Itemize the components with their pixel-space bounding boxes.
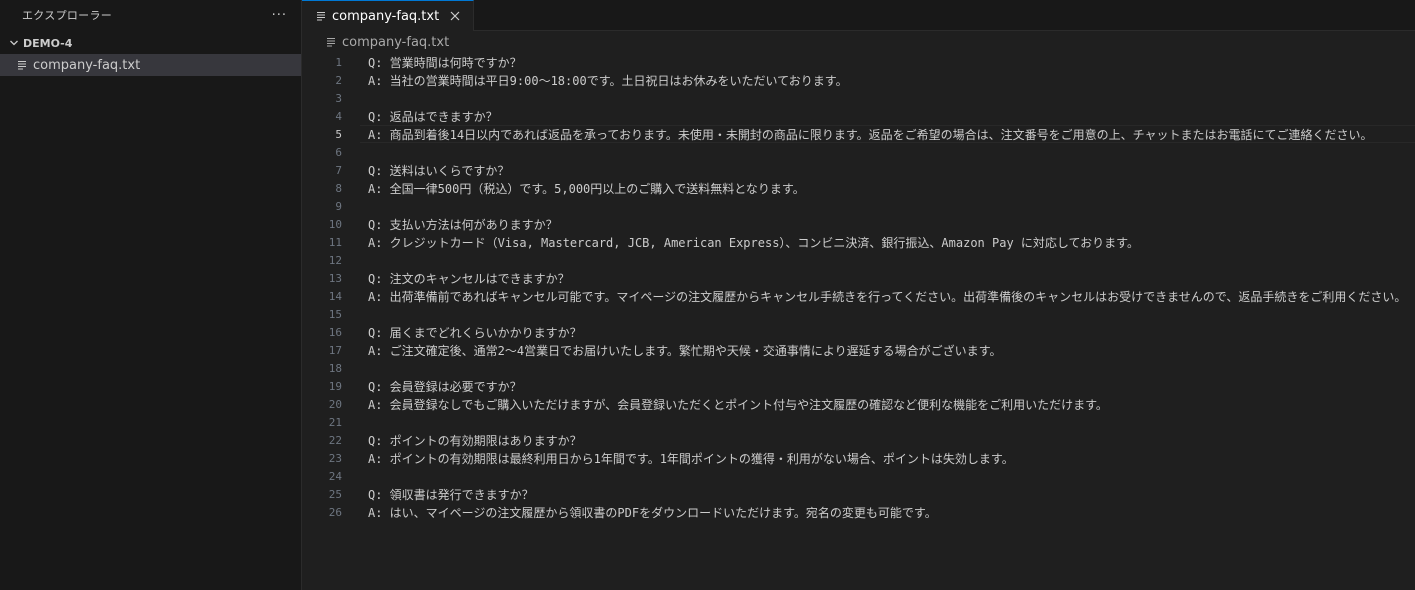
line-number: 12 (328, 253, 342, 267)
line-number: 2 (335, 73, 342, 87)
code-line[interactable]: 1 Q: 営業時間は何時ですか？ (302, 53, 1415, 71)
line-text: Q: 送料はいくらですか？ (368, 163, 510, 178)
explorer-sidebar: エクスプローラー ··· DEMO-4 company-faq.txt (0, 0, 302, 590)
line-text: Q: 会員登録は必要ですか？ (368, 379, 522, 394)
line-text: Q: 支払い方法は何がありますか？ (368, 217, 558, 232)
breadcrumb[interactable]: company-faq.txt (302, 31, 1415, 53)
line-number: 24 (328, 469, 342, 483)
code-line[interactable]: 19 Q: 会員登録は必要ですか？ (302, 377, 1415, 395)
line-text: A: 当社の営業時間は平日9:00〜18:00です。土日祝日はお休みをいただいて… (368, 73, 848, 88)
text-file-icon (18, 60, 26, 70)
code-editor[interactable]: 1 Q: 営業時間は何時ですか？ 2 A: 当社の営業時間は平日9:00〜18:00で… (302, 53, 1415, 521)
folder-label: DEMO-4 (23, 36, 73, 50)
code-line[interactable]: 11 A: クレジットカード（Visa, Mastercard, JCB, Ame… (302, 233, 1415, 251)
explorer-title: エクスプローラー (22, 9, 113, 22)
code-line[interactable]: 10 Q: 支払い方法は何がありますか？ (302, 215, 1415, 233)
code-line[interactable]: 26 A: はい、マイページの注文履歴から領収書のPDFをダウンロードいただけます… (302, 503, 1415, 521)
line-text: A: 出荷準備前であればキャンセル可能です。マイページの注文履歴からキャンセル手… (368, 289, 1407, 304)
line-number: 4 (335, 109, 342, 123)
line-number: 26 (328, 505, 342, 519)
line-number: 6 (335, 145, 342, 159)
folder-demo-4[interactable]: DEMO-4 (0, 32, 301, 54)
line-text: Q: 届くまでどれくらいかかりますか？ (368, 325, 582, 340)
code-line[interactable]: 14 A: 出荷準備前であればキャンセル可能です。マイページの注文履歴からキャンセ… (302, 287, 1415, 305)
line-number: 11 (328, 235, 342, 249)
code-line[interactable]: 16 Q: 届くまでどれくらいかかりますか？ (302, 323, 1415, 341)
code-line[interactable]: 5 A: 商品到着後14日以内であれば返品を承っております。未使用・未開封の商品に… (302, 125, 1415, 143)
tab-company-faq[interactable]: company-faq.txt (302, 0, 475, 31)
code-line[interactable]: 18 (302, 359, 1415, 377)
line-text: A: クレジットカード（Visa, Mastercard, JCB, Ameri… (368, 235, 1139, 250)
line-text: Q: ポイントの有効期限はありますか？ (368, 433, 582, 448)
breadcrumb-file: company-faq.txt (342, 34, 450, 50)
line-number: 10 (328, 217, 342, 231)
line-number: 20 (328, 397, 342, 411)
line-number: 8 (335, 181, 342, 195)
line-number: 16 (328, 325, 342, 339)
code-line[interactable]: 6 (302, 143, 1415, 161)
line-text: A: はい、マイページの注文履歴から領収書のPDFをダウンロードいただけます。宛… (368, 505, 937, 520)
line-text: A: 商品到着後14日以内であれば返品を承っております。未使用・未開封の商品に限… (368, 127, 1373, 142)
code-line[interactable]: 15 (302, 305, 1415, 323)
code-line[interactable]: 7 Q: 送料はいくらですか？ (302, 161, 1415, 179)
line-number: 21 (328, 415, 342, 429)
explorer-header: エクスプローラー ··· (0, 0, 301, 30)
code-line[interactable]: 17 A: ご注文確定後、通常2〜4営業日でお届けいたします。繁忙期や天候・交通事… (302, 341, 1415, 359)
line-text: Q: 営業時間は何時ですか？ (368, 55, 522, 70)
line-number: 3 (335, 91, 342, 105)
file-item-company-faq[interactable]: company-faq.txt (0, 54, 301, 76)
line-text: Q: 返品はできますか？ (368, 109, 498, 124)
file-label: company-faq.txt (33, 57, 141, 73)
line-number: 19 (328, 379, 342, 393)
line-number: 25 (328, 487, 342, 501)
code-line[interactable]: 4 Q: 返品はできますか？ (302, 107, 1415, 125)
line-number: 9 (335, 199, 342, 213)
vscode-window: エクスプローラー ··· DEMO-4 company-faq.txt comp… (0, 0, 1415, 590)
code-line[interactable]: 9 (302, 197, 1415, 215)
tab-bar: company-faq.txt (302, 0, 1415, 31)
line-text: Q: 注文のキャンセルはできますか？ (368, 271, 570, 286)
line-number: 23 (328, 451, 342, 465)
line-text: A: 全国一律500円（税込）です。5,000円以上のご購入で送料無料となります… (368, 181, 805, 196)
code-line[interactable]: 22 Q: ポイントの有効期限はありますか？ (302, 431, 1415, 449)
line-number: 7 (335, 163, 342, 177)
code-line[interactable]: 23 A: ポイントの有効期限は最終利用日から1年間です。1年間ポイントの獲得・利… (302, 449, 1415, 467)
code-line[interactable]: 25 Q: 領収書は発行できますか？ (302, 485, 1415, 503)
text-file-icon (317, 11, 325, 21)
line-text: Q: 領収書は発行できますか？ (368, 487, 534, 502)
line-text: A: ポイントの有効期限は最終利用日から1年間です。1年間ポイントの獲得・利用が… (368, 451, 1014, 466)
close-icon[interactable] (447, 8, 463, 24)
line-number: 1 (335, 55, 342, 69)
code-line[interactable]: 12 (302, 251, 1415, 269)
line-number: 14 (328, 289, 342, 303)
line-number: 5 (335, 127, 342, 141)
line-text: A: 会員登録なしでもご購入いただけますが、会員登録いただくとポイント付与や注文… (368, 397, 1108, 412)
line-number: 13 (328, 271, 342, 285)
code-line[interactable]: 13 Q: 注文のキャンセルはできますか？ (302, 269, 1415, 287)
line-number: 18 (328, 361, 342, 375)
code-line[interactable]: 3 (302, 89, 1415, 107)
line-number: 15 (328, 307, 342, 321)
line-number: 17 (328, 343, 342, 357)
code-line[interactable]: 2 A: 当社の営業時間は平日9:00〜18:00です。土日祝日はお休みをいただい… (302, 71, 1415, 89)
code-line[interactable]: 8 A: 全国一律500円（税込）です。5,000円以上のご購入で送料無料となりま… (302, 179, 1415, 197)
line-number: 22 (328, 433, 342, 447)
tab-label: company-faq.txt (332, 8, 440, 24)
more-actions-icon[interactable]: ··· (272, 8, 287, 23)
editor-area: company-faq.txt company-faq.txt 1 Q: 営業時間… (302, 0, 1415, 590)
code-line[interactable]: 24 (302, 467, 1415, 485)
code-line[interactable]: 21 (302, 413, 1415, 431)
code-line[interactable]: 20 A: 会員登録なしでもご購入いただけますが、会員登録いただくとポイント付与や… (302, 395, 1415, 413)
text-file-icon (327, 37, 335, 47)
chevron-down-icon (10, 40, 18, 46)
line-text: A: ご注文確定後、通常2〜4営業日でお届けいたします。繁忙期や天候・交通事情に… (368, 343, 1002, 358)
